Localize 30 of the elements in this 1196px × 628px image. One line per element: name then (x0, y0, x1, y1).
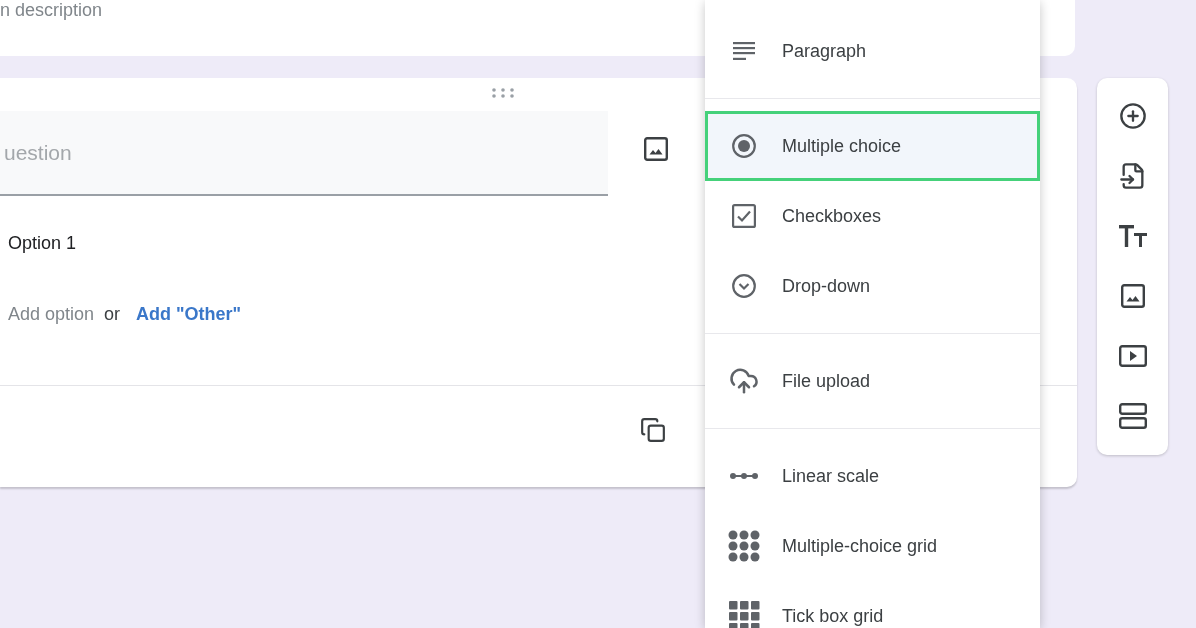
stacked-rectangles-icon[interactable] (1118, 403, 1147, 429)
square-grid-icon (728, 600, 760, 628)
menu-item[interactable]: Linear scale (705, 441, 1040, 511)
copy-icon[interactable] (640, 417, 666, 443)
add-option-link[interactable]: Add option (8, 302, 95, 326)
text-lines-icon (733, 42, 755, 60)
menu-item[interactable]: Multiple choice (705, 111, 1040, 181)
description-field[interactable]: n description (0, 0, 300, 20)
menu-item[interactable]: Checkboxes (705, 181, 1040, 251)
question-field[interactable]: uestion (0, 111, 608, 196)
chevron-circle-icon (732, 274, 756, 298)
menu-item[interactable]: Tick box grid (705, 581, 1040, 628)
radio-button-icon (732, 134, 756, 158)
menu-item[interactable]: File upload (705, 346, 1040, 416)
menu-item[interactable]: Paragraph (705, 16, 1040, 86)
or-text: or (104, 303, 121, 326)
menu-item[interactable]: Drop-down (705, 251, 1040, 321)
menu-item[interactable]: Multiple-choice grid (705, 511, 1040, 581)
drag-handle-icon[interactable] (492, 88, 514, 98)
dot-grid-icon (728, 530, 760, 562)
image-icon[interactable] (644, 137, 668, 161)
plus-circle-icon[interactable] (1118, 102, 1147, 130)
text-format-icon[interactable] (1118, 225, 1147, 247)
image-icon[interactable] (1120, 284, 1145, 308)
cloud-upload-icon (729, 366, 759, 396)
dotted-line-icon (729, 472, 759, 480)
checkbox-icon (732, 204, 756, 228)
option-label[interactable]: Option 1 (8, 231, 77, 255)
play-box-icon[interactable] (1118, 345, 1147, 367)
add-other-link[interactable]: Add "Other" (136, 302, 242, 326)
